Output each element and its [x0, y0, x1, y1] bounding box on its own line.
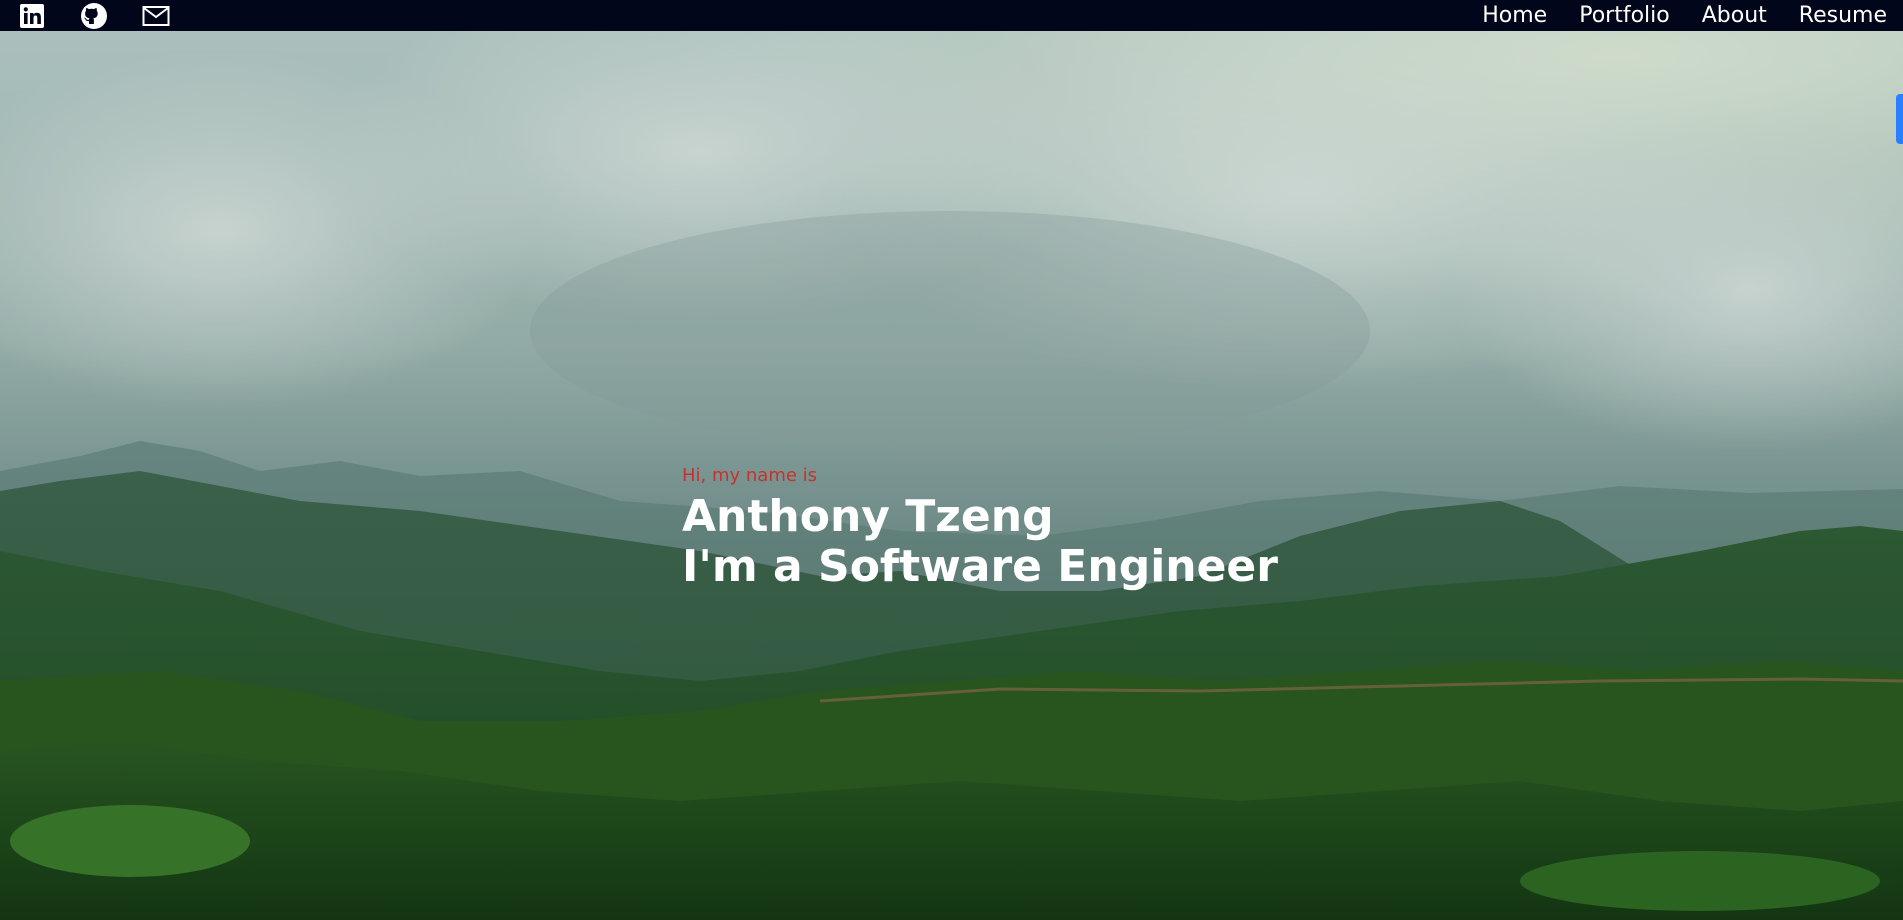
nav-home[interactable]: Home	[1482, 0, 1547, 31]
hero-intro: Hi, my name is Anthony Tzeng I'm a Softw…	[682, 465, 1278, 592]
nav-resume[interactable]: Resume	[1799, 0, 1887, 31]
hero-name: Anthony Tzeng	[682, 491, 1054, 542]
email-link[interactable]	[142, 2, 170, 30]
hero-role: I'm a Software Engineer	[682, 541, 1278, 592]
hero-section: Hi, my name is Anthony Tzeng I'm a Softw…	[0, 31, 1903, 920]
github-link[interactable]	[80, 2, 108, 30]
linkedin-link[interactable]	[18, 2, 46, 30]
social-links	[0, 2, 170, 30]
linkedin-icon	[20, 3, 44, 28]
nav-portfolio[interactable]: Portfolio	[1579, 0, 1670, 31]
scroll-indicator[interactable]	[1896, 94, 1903, 144]
nav-about[interactable]: About	[1702, 0, 1767, 31]
nav-links: Home Portfolio About Resume	[1482, 0, 1903, 31]
top-navbar: Home Portfolio About Resume	[0, 0, 1903, 31]
github-icon	[81, 2, 107, 29]
greeting-text: Hi, my name is	[682, 465, 818, 486]
mail-icon	[142, 5, 170, 26]
